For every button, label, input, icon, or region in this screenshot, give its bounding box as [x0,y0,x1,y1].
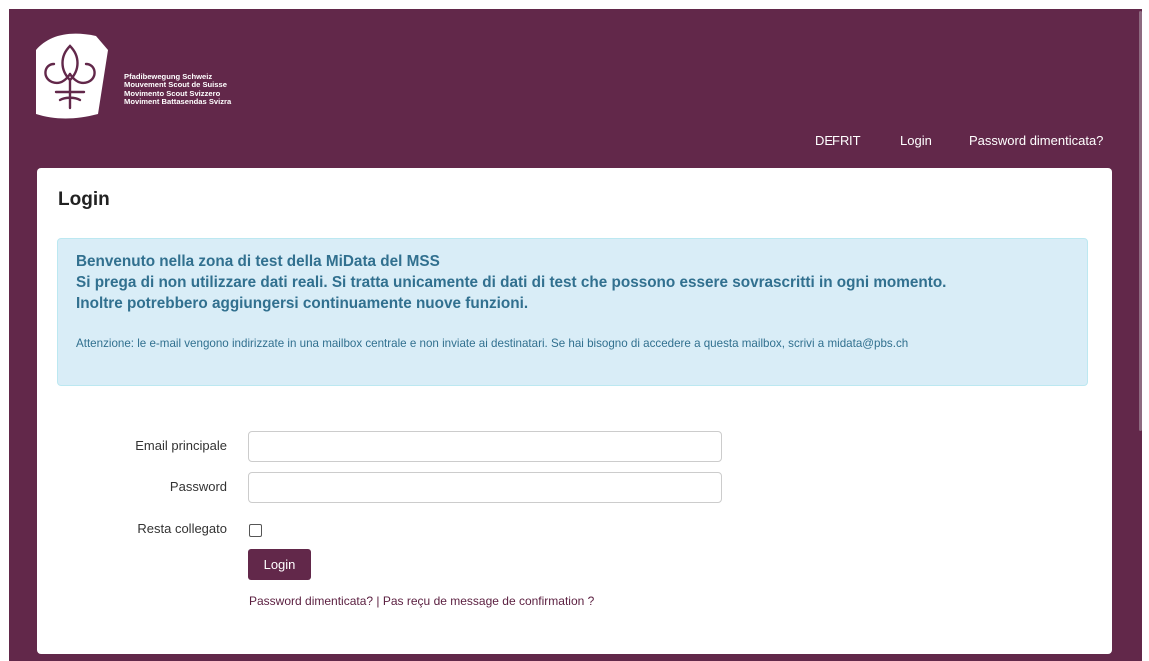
test-environment-alert: Benvenuto nella zona di test della MiDat… [57,238,1088,386]
links-separator: | [376,594,380,608]
forgot-password-link[interactable]: Password dimenticata? [249,594,373,608]
brand-text: Pfadibewegung Schweiz Mouvement Scout de… [124,72,232,106]
password-label: Password [169,479,227,494]
alert-line-2: Si prega di non utilizzare dati reali. S… [76,274,947,291]
password-field[interactable] [248,472,722,503]
nav-login-link[interactable]: Login [900,133,932,148]
alert-line-3: Inoltre potrebbero aggiungersi continuam… [76,295,529,312]
alert-heading: Benvenuto nella zona di test della MiDat… [76,251,946,314]
alert-note-text: Attenzione: le e-mail vengono indirizzat… [76,337,825,350]
login-button[interactable]: Login [248,549,311,580]
scrollbar-thumb[interactable] [1139,11,1142,431]
resend-confirmation-link[interactable]: Pas reçu de message de confirmation ? [383,594,594,608]
remember-me-checkbox[interactable] [249,524,262,537]
email-label: Email principale [135,438,227,453]
scout-logo-icon[interactable] [30,28,110,120]
alert-note: Attenzione: le e-mail vengono indirizzat… [76,333,1036,354]
language-it-link[interactable]: IT [849,133,861,148]
login-card: Login Benvenuto nella zona di test della… [37,168,1112,654]
alert-email-link[interactable]: midata@pbs.ch [827,337,908,350]
email-field[interactable] [248,431,722,462]
language-de-link[interactable]: DE [815,133,833,148]
nav-forgot-password-link[interactable]: Password dimenticata? [969,133,1103,148]
brand-line: Moviment Battasendas Svizra [124,96,232,106]
top-navigation: DE FR IT Login Password dimenticata? [0,133,1149,153]
remember-me-label: Resta collegato [137,521,227,536]
alert-line-1: Benvenuto nella zona di test della MiDat… [76,253,440,270]
page-title: Login [58,189,110,210]
auth-links: Password dimenticata? | Pas reçu de mess… [249,594,594,608]
language-fr-link[interactable]: FR [832,133,849,148]
